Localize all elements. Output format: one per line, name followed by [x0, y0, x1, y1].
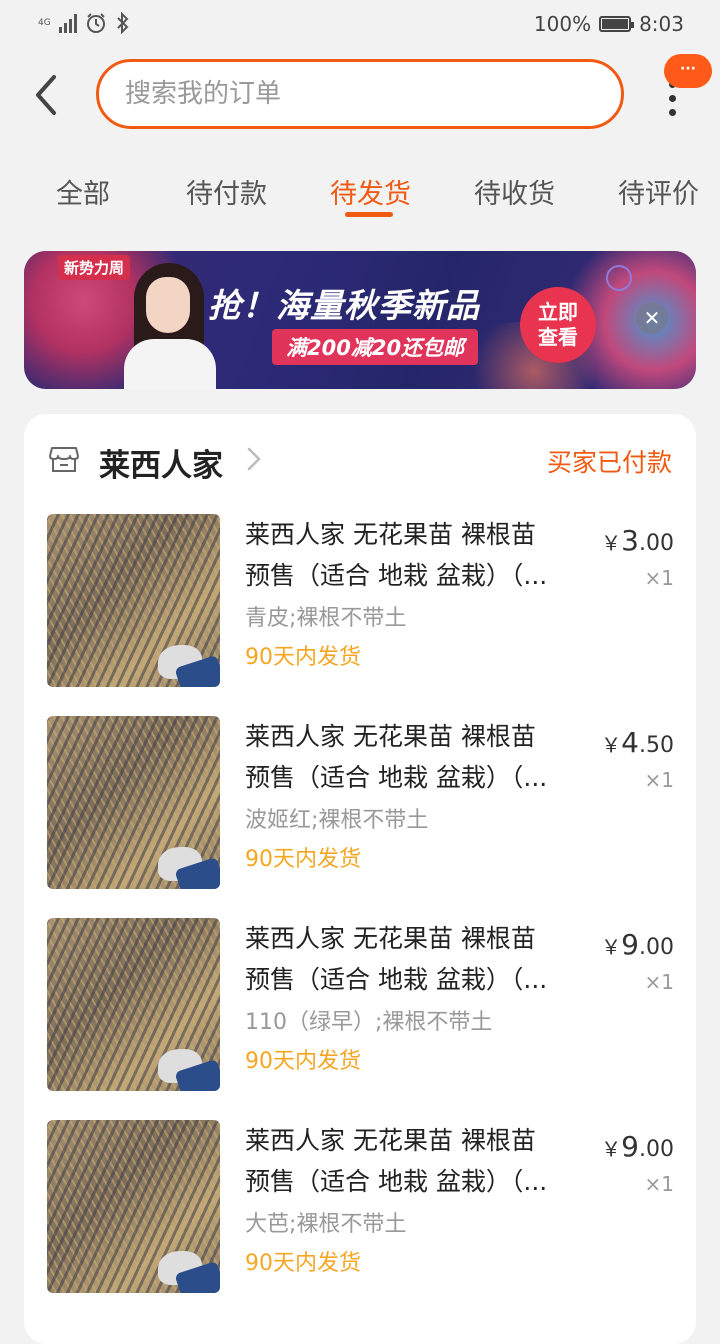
status-bar: 4G 100% 8:03: [0, 0, 720, 52]
tab-pending-review[interactable]: 待评价: [618, 172, 699, 211]
chevron-right-icon[interactable]: [244, 446, 264, 472]
product-image[interactable]: [47, 514, 220, 687]
banner-subline: 满200减20还包邮: [272, 329, 479, 365]
order-item[interactable]: 莱西人家 无花果苗 裸根苗 预售（适合 地栽 盆栽）（... 大芭;裸根不带土 …: [24, 1120, 696, 1300]
product-title[interactable]: 莱西人家 无花果苗 裸根苗 预售（适合 地栽 盆栽）（...: [245, 716, 585, 798]
product-sku: 大芭;裸根不带土: [245, 1212, 407, 1237]
close-icon: ✕: [643, 306, 661, 330]
battery-percent: 100%: [533, 12, 592, 36]
shipping-note: 90天内发货: [245, 1251, 361, 1276]
order-item[interactable]: 莱西人家 无花果苗 裸根苗 预售（适合 地栽 盆栽）（... 110（绿早）;裸…: [24, 918, 696, 1098]
brand-logo-icon: [606, 265, 632, 291]
banner-headline: 抢！海量秋季新品: [208, 286, 480, 325]
search-box[interactable]: [96, 59, 624, 129]
bluetooth-icon: [116, 12, 129, 34]
product-image[interactable]: [47, 716, 220, 889]
order-item[interactable]: 莱西人家 无花果苗 裸根苗 预售（适合 地栽 盆栽）（... 波姬红;裸根不带土…: [24, 716, 696, 896]
message-badge[interactable]: ···: [664, 54, 712, 88]
alarm-icon: [86, 13, 105, 33]
product-image[interactable]: [47, 1120, 220, 1293]
status-left: 4G: [38, 12, 131, 34]
product-title[interactable]: 莱西人家 无花果苗 裸根苗 预售（适合 地栽 盆栽）（...: [245, 514, 585, 596]
banner-cta-line1: 立即: [538, 300, 578, 324]
banner-close-button[interactable]: ✕: [636, 302, 668, 334]
shipping-note: 90天内发货: [245, 847, 361, 872]
back-button[interactable]: [24, 70, 68, 120]
network-type: 4G: [38, 17, 51, 28]
clock: 8:03: [639, 12, 684, 36]
tab-pending-payment[interactable]: 待付款: [186, 172, 267, 211]
active-tab-indicator: [345, 212, 393, 217]
tab-pending-receipt[interactable]: 待收货: [474, 172, 555, 211]
order-status: 买家已付款: [546, 448, 672, 477]
store-icon: [49, 447, 79, 472]
search-input[interactable]: [123, 78, 587, 110]
product-sku: 青皮;裸根不带土: [245, 606, 407, 631]
order-card: 莱西人家 买家已付款 莱西人家 无花果苗 裸根苗 预售（适合 地栽 盆栽）（..…: [24, 414, 696, 1344]
back-arrow-icon: [36, 75, 56, 115]
shop-name[interactable]: 莱西人家: [99, 440, 223, 485]
network-indicator: 4G: [38, 17, 51, 28]
product-quantity: ×1: [644, 1172, 674, 1196]
shipping-note: 90天内发货: [245, 1049, 361, 1074]
battery-icon: [599, 16, 635, 32]
shipping-note: 90天内发货: [245, 645, 361, 670]
banner-model-image: [124, 263, 216, 389]
tab-pending-shipment[interactable]: 待发货: [330, 172, 411, 211]
product-sku: 波姬红;裸根不带土: [245, 808, 429, 833]
order-item[interactable]: 莱西人家 无花果苗 裸根苗 预售（适合 地栽 盆栽）（... 青皮;裸根不带土 …: [24, 514, 696, 694]
tab-all[interactable]: 全部: [56, 172, 110, 211]
product-price: ￥4.50: [601, 726, 674, 759]
banner-cta-line2: 查看: [538, 325, 578, 349]
product-price: ￥9.00: [601, 1130, 674, 1163]
signal-icon: [58, 13, 77, 33]
product-quantity: ×1: [644, 566, 674, 590]
status-right: 100% 8:03: [534, 12, 684, 36]
product-quantity: ×1: [644, 768, 674, 792]
banner-view-button[interactable]: 立即 查看: [520, 287, 596, 363]
product-price: ￥9.00: [601, 928, 674, 961]
banner-tag: 新势力周: [58, 255, 131, 280]
product-sku: 110（绿早）;裸根不带土: [245, 1010, 493, 1035]
product-title[interactable]: 莱西人家 无花果苗 裸根苗 预售（适合 地栽 盆栽）（...: [245, 1120, 585, 1202]
product-quantity: ×1: [644, 970, 674, 994]
promo-banner[interactable]: 新势力周 抢！海量秋季新品 满200减20还包邮 立即 查看 ✕: [24, 251, 696, 389]
product-price: ￥3.00: [601, 524, 674, 557]
product-image[interactable]: [47, 918, 220, 1091]
product-title[interactable]: 莱西人家 无花果苗 裸根苗 预售（适合 地栽 盆栽）（...: [245, 918, 585, 1000]
